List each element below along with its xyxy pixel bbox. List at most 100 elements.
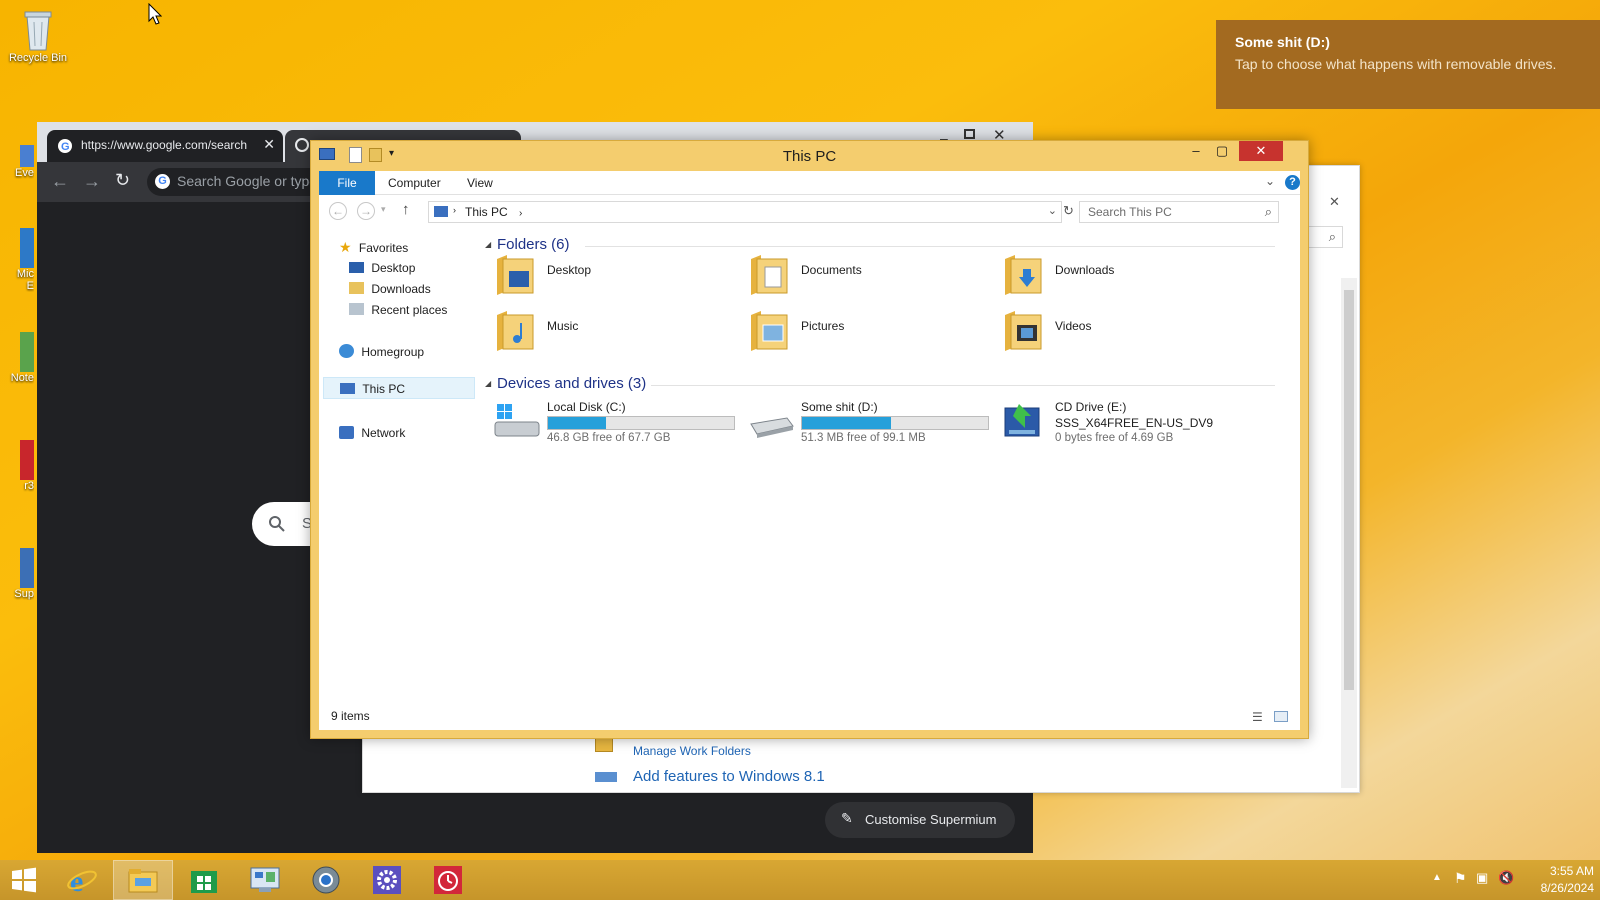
taskbar-control-panel[interactable]	[235, 860, 295, 900]
explorer-window[interactable]: ▾ This PC – ▢ ✕ File Computer View ⌄ ? ←…	[310, 140, 1309, 739]
qat-newfolder-icon[interactable]	[369, 148, 382, 162]
cp-scrollbar[interactable]	[1341, 278, 1357, 788]
nav-desktop[interactable]: Desktop	[349, 261, 415, 275]
this-pc-icon	[340, 383, 355, 394]
explorer-titlebar[interactable]: ▾ This PC – ▢ ✕	[311, 141, 1308, 171]
close-icon[interactable]: ✕	[1329, 194, 1340, 210]
downloads-folder-icon	[1005, 255, 1042, 295]
add-features-link[interactable]: Add features to Windows 8.1	[633, 768, 825, 785]
minimize-button[interactable]: –	[1183, 141, 1209, 161]
browser-tab-google[interactable]: G https://www.google.com/search ✕	[47, 130, 283, 162]
desktop-icon-partial-1[interactable]: Eve	[0, 145, 34, 179]
clock-time[interactable]: 3:55 AM	[1534, 864, 1594, 878]
folder-music[interactable]: Music	[493, 307, 733, 357]
folder-pictures[interactable]: Pictures	[747, 307, 987, 357]
desktop-icon-recycle-bin[interactable]: Recycle Bin	[3, 8, 73, 64]
app-icon	[20, 332, 34, 372]
nav-homegroup[interactable]: Homegroup	[339, 344, 424, 359]
close-button[interactable]: ✕	[1239, 141, 1283, 161]
up-icon[interactable]: ↑	[402, 201, 410, 218]
forward-icon[interactable]: →	[357, 202, 375, 220]
maximize-button[interactable]: ▢	[1209, 141, 1235, 161]
manage-work-folders-link[interactable]: Manage Work Folders	[633, 744, 751, 758]
desktop-icon-partial-4[interactable]: r3	[0, 440, 34, 492]
folders-collapse-icon[interactable]: ◢	[485, 240, 491, 249]
scrollbar-thumb[interactable]	[1344, 290, 1354, 690]
nav-network[interactable]: Network	[339, 426, 405, 440]
autoplay-toast[interactable]: Some shit (D:) Tap to choose what happen…	[1216, 20, 1600, 109]
nav-downloads[interactable]: Downloads	[349, 282, 431, 296]
cp-search-box[interactable]: ⌕	[1303, 226, 1343, 248]
qat-dropdown-icon[interactable]: ▾	[389, 148, 394, 159]
close-tab-icon[interactable]: ✕	[263, 136, 275, 153]
drives-group-header[interactable]: Devices and drives (3)	[497, 375, 646, 392]
back-icon[interactable]: ←	[51, 171, 69, 192]
recycle-bin-icon	[24, 11, 52, 51]
svg-text:G: G	[61, 141, 70, 153]
control-panel-icon	[250, 867, 280, 892]
tab-computer[interactable]: Computer	[388, 171, 441, 195]
cd-drive-icon	[1004, 404, 1040, 437]
status-bar: 9 items ☰	[319, 704, 1300, 730]
large-icons-view-icon[interactable]	[1274, 711, 1288, 722]
omnibox-placeholder: Search Google or type	[177, 173, 318, 189]
nav-recent-places[interactable]: Recent places	[349, 303, 447, 317]
volume-muted-icon[interactable]: 🔇	[1498, 870, 1514, 886]
drives-collapse-icon[interactable]: ◢	[485, 379, 491, 388]
start-button[interactable]	[0, 860, 48, 900]
network-tray-icon[interactable]: ▣	[1476, 870, 1488, 886]
local-disk-icon	[494, 404, 540, 437]
tab-file[interactable]: File	[319, 171, 375, 195]
taskbar-alarms[interactable]	[418, 860, 478, 900]
maximize-icon[interactable]	[964, 129, 975, 139]
taskbar-store[interactable]	[174, 860, 234, 900]
drive-e[interactable]: CD Drive (E:) SSS_X64FREE_EN-US_DV9 0 by…	[1001, 400, 1241, 450]
desktop-icon-partial-3[interactable]: Note	[0, 332, 34, 384]
drive-d[interactable]: Some shit (D:) 51.3 MB free of 99.1 MB	[747, 400, 989, 450]
app-icon	[20, 440, 34, 480]
taskbar: e ▲ ⚑ ▣ 🔇 3:55 AM 8/26/2024	[0, 860, 1600, 900]
address-path[interactable]: › This PC › ⌄	[428, 201, 1062, 223]
breadcrumb-chevron-icon[interactable]: ›	[519, 208, 522, 219]
ribbon-tabs: File Computer View ⌄ ?	[319, 171, 1300, 195]
customise-supermium-button[interactable]: ✎ Customise Supermium	[825, 802, 1015, 838]
drive-c[interactable]: Local Disk (C:) 46.8 GB free of 67.7 GB	[493, 400, 735, 450]
drive-c-usage-bar	[547, 416, 735, 430]
help-icon[interactable]: ?	[1285, 175, 1300, 190]
folder-documents[interactable]: Documents	[747, 251, 987, 301]
folder-videos[interactable]: Videos	[1001, 307, 1241, 357]
action-center-flag-icon[interactable]: ⚑	[1454, 870, 1467, 887]
gear-icon	[373, 866, 401, 894]
taskbar-browser[interactable]	[296, 860, 356, 900]
refresh-icon[interactable]: ↻	[1063, 203, 1074, 219]
clock-date[interactable]: 8/26/2024	[1524, 881, 1594, 895]
qat-properties-icon[interactable]	[349, 147, 362, 163]
taskbar-ie[interactable]: e	[52, 860, 112, 900]
details-view-icon[interactable]: ☰	[1252, 710, 1263, 724]
taskbar-settings[interactable]	[357, 860, 417, 900]
nav-favorites[interactable]: ★ Favorites	[339, 239, 408, 256]
back-icon[interactable]: ←	[329, 202, 347, 220]
search-placeholder: Search This PC	[1088, 205, 1172, 219]
desktop-icon-partial-5[interactable]: Sup	[0, 548, 34, 600]
folder-downloads[interactable]: Downloads	[1001, 251, 1241, 301]
removable-drive-icon	[750, 417, 794, 438]
breadcrumb-this-pc[interactable]: This PC	[465, 205, 508, 219]
expand-ribbon-icon[interactable]: ⌄	[1265, 174, 1275, 188]
folder-desktop[interactable]: Desktop	[493, 251, 733, 301]
network-icon	[339, 426, 354, 439]
forward-icon[interactable]: →	[83, 171, 101, 192]
windows-logo-icon	[12, 867, 36, 893]
taskbar-file-explorer[interactable]	[113, 860, 173, 900]
folders-divider	[585, 246, 1275, 247]
tab-view[interactable]: View	[467, 171, 493, 195]
recent-locations-icon[interactable]: ▾	[381, 204, 386, 215]
show-hidden-icons-icon[interactable]: ▲	[1432, 872, 1442, 883]
drive-e-volume-label: SSS_X64FREE_EN-US_DV9	[1055, 416, 1214, 430]
desktop-icon-partial-2[interactable]: Mic E	[0, 228, 34, 292]
reload-icon[interactable]: ↻	[115, 170, 130, 191]
nav-this-pc[interactable]: This PC	[323, 377, 475, 399]
search-box[interactable]: Search This PC ⌕	[1079, 201, 1279, 223]
address-dropdown-icon[interactable]: ⌄	[1048, 204, 1057, 217]
drives-divider	[651, 385, 1275, 386]
